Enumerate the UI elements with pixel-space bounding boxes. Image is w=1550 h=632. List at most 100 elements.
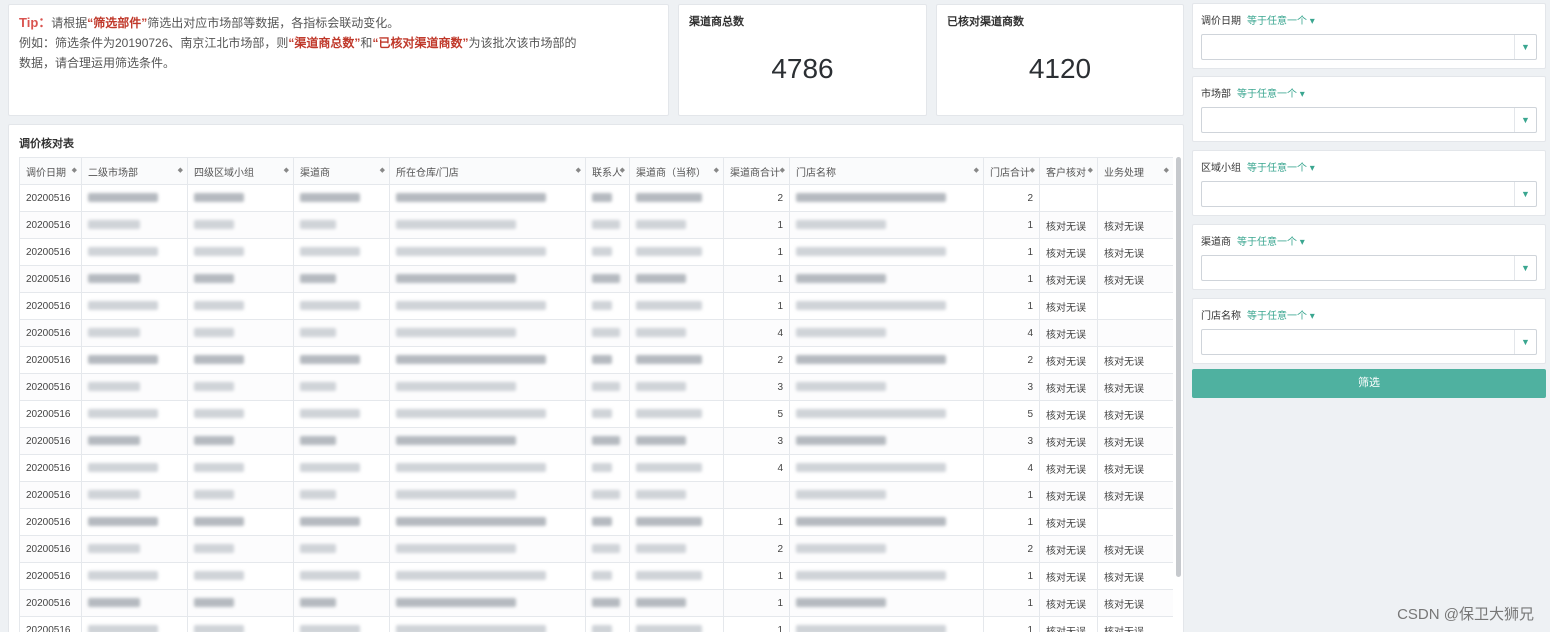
column-header[interactable]: 门店名称 ◆ xyxy=(789,157,984,185)
redacted-text xyxy=(194,328,234,338)
table-row[interactable]: 20200516 2 2 核对无误 核对无误 xyxy=(19,535,1173,563)
redacted-text xyxy=(396,328,516,338)
dealer-total-cell: 2 xyxy=(723,184,790,212)
redacted-cell xyxy=(187,319,294,347)
column-header[interactable]: 联系人 ◆ xyxy=(585,157,630,185)
column-header[interactable]: 四级区域小组 ◆ xyxy=(187,157,294,185)
table-row[interactable]: 20200516 3 3 核对无误 核对无误 xyxy=(19,373,1173,401)
redacted-cell xyxy=(389,616,586,632)
business-cell: 核对无误 xyxy=(1097,562,1173,590)
table-row[interactable]: 20200516 1 1 核对无误 xyxy=(19,292,1173,320)
table-row[interactable]: 20200516 1 1 核对无误 核对无误 xyxy=(19,616,1173,632)
redacted-text xyxy=(88,301,158,311)
redacted-text xyxy=(636,436,686,446)
filter-card: 门店名称 等于任意一个 ▾ ▼ xyxy=(1192,298,1546,364)
column-header[interactable]: 渠道商 ◆ xyxy=(293,157,390,185)
sort-icon[interactable]: ◆ xyxy=(780,166,785,174)
filter-select[interactable]: ▼ xyxy=(1201,329,1537,355)
redacted-cell xyxy=(293,616,390,632)
table-row[interactable]: 20200516 2 2 xyxy=(19,184,1173,212)
chevron-down-icon[interactable]: ▼ xyxy=(1514,108,1536,132)
redacted-text xyxy=(194,247,244,257)
column-header-label: 调价日期 xyxy=(26,167,66,179)
filter-operator[interactable]: 等于任意一个 ▾ xyxy=(1247,311,1315,322)
filter-operator[interactable]: 等于任意一个 ▾ xyxy=(1247,163,1315,174)
sort-icon[interactable]: ◆ xyxy=(974,166,979,174)
filter-operator[interactable]: 等于任意一个 ▾ xyxy=(1247,16,1315,27)
redacted-cell xyxy=(293,319,390,347)
filter-operator[interactable]: 等于任意一个 ▾ xyxy=(1237,237,1305,248)
filter-operator-label: 等于任意一个 xyxy=(1247,311,1307,322)
table-row[interactable]: 20200516 2 2 核对无误 核对无误 xyxy=(19,346,1173,374)
column-header[interactable]: 所在仓库/门店 ◆ xyxy=(389,157,586,185)
table-row[interactable]: 20200516 1 1 核对无误 核对无误 xyxy=(19,265,1173,293)
filter-select[interactable]: ▼ xyxy=(1201,34,1537,60)
column-header[interactable]: 门店合计 ◆ xyxy=(983,157,1040,185)
date-cell: 20200516 xyxy=(19,400,82,428)
redacted-text xyxy=(592,571,612,581)
column-header[interactable]: 业务处理 ◆ xyxy=(1097,157,1173,185)
redacted-cell xyxy=(187,373,294,401)
redacted-text xyxy=(300,247,360,257)
sort-icon[interactable]: ◆ xyxy=(714,166,719,174)
business-cell: 核对无误 xyxy=(1097,373,1173,401)
column-header[interactable]: 渠道商（当称） ◆ xyxy=(629,157,724,185)
redacted-text xyxy=(396,247,546,257)
filter-label: 渠道商 xyxy=(1201,237,1231,248)
table-row[interactable]: 20200516 5 5 核对无误 核对无误 xyxy=(19,400,1173,428)
filter-button[interactable]: 筛选 xyxy=(1192,369,1546,398)
redacted-cell xyxy=(81,562,188,590)
chevron-down-icon[interactable]: ▼ xyxy=(1514,256,1536,280)
chevron-down-icon[interactable]: ▼ xyxy=(1514,330,1536,354)
filter-operator[interactable]: 等于任意一个 ▾ xyxy=(1237,89,1305,100)
redacted-cell xyxy=(293,481,390,509)
chevron-down-icon[interactable]: ▼ xyxy=(1514,35,1536,59)
redacted-text xyxy=(88,382,140,392)
column-header[interactable]: 客户核对 ◆ xyxy=(1039,157,1098,185)
sort-icon[interactable]: ◆ xyxy=(1088,166,1093,174)
redacted-text xyxy=(636,220,686,230)
filter-card: 区域小组 等于任意一个 ▾ ▼ xyxy=(1192,150,1546,216)
redacted-cell xyxy=(585,535,630,563)
column-header[interactable]: 渠道商合计 ◆ xyxy=(723,157,790,185)
table-scrollbar[interactable] xyxy=(1176,157,1181,577)
chevron-down-icon[interactable]: ▼ xyxy=(1514,182,1536,206)
redacted-cell xyxy=(389,238,586,266)
column-header[interactable]: 调价日期 ◆ xyxy=(19,157,82,185)
redacted-text xyxy=(300,301,360,311)
table-row[interactable]: 20200516 4 4 核对无误 xyxy=(19,319,1173,347)
filter-operator-label: 等于任意一个 xyxy=(1237,89,1297,100)
redacted-text xyxy=(396,490,516,500)
sort-icon[interactable]: ◆ xyxy=(1030,166,1035,174)
redacted-text xyxy=(396,382,516,392)
column-header[interactable]: 二级市场部 ◆ xyxy=(81,157,188,185)
sort-icon[interactable]: ◆ xyxy=(284,166,289,174)
table-row[interactable]: 20200516 3 3 核对无误 核对无误 xyxy=(19,427,1173,455)
table-row[interactable]: 20200516 1 核对无误 核对无误 xyxy=(19,481,1173,509)
sort-icon[interactable]: ◆ xyxy=(1164,166,1169,174)
table-row[interactable]: 20200516 1 1 核对无误 核对无误 xyxy=(19,211,1173,239)
table-row[interactable]: 20200516 1 1 核对无误 xyxy=(19,508,1173,536)
caret-down-icon: ▾ xyxy=(1309,163,1315,174)
redacted-text xyxy=(592,274,620,284)
table-row[interactable]: 20200516 1 1 核对无误 核对无误 xyxy=(19,238,1173,266)
table-row[interactable]: 20200516 1 1 核对无误 核对无误 xyxy=(19,589,1173,617)
filter-select[interactable]: ▼ xyxy=(1201,181,1537,207)
redacted-text xyxy=(796,247,946,257)
sort-icon[interactable]: ◆ xyxy=(380,166,385,174)
sort-icon[interactable]: ◆ xyxy=(178,166,183,174)
caret-down-icon: ▾ xyxy=(1309,16,1315,27)
redacted-cell xyxy=(629,211,724,239)
filter-select[interactable]: ▼ xyxy=(1201,255,1537,281)
table-scroll-area[interactable]: 调价日期 ◆ 二级市场部 ◆ 四级区域小组 ◆ 渠道商 ◆ 所在仓库/门店 ◆ 联系人 ◆ 渠道商（当称… xyxy=(19,157,1173,632)
redacted-text xyxy=(88,355,158,365)
table-row[interactable]: 20200516 4 4 核对无误 核对无误 xyxy=(19,454,1173,482)
sort-icon[interactable]: ◆ xyxy=(620,166,625,174)
redacted-cell xyxy=(81,508,188,536)
redacted-cell xyxy=(789,508,984,536)
table-row[interactable]: 20200516 1 1 核对无误 核对无误 xyxy=(19,562,1173,590)
sort-icon[interactable]: ◆ xyxy=(576,166,581,174)
filter-select[interactable]: ▼ xyxy=(1201,107,1537,133)
sort-icon[interactable]: ◆ xyxy=(72,166,77,174)
redacted-text xyxy=(592,598,620,608)
